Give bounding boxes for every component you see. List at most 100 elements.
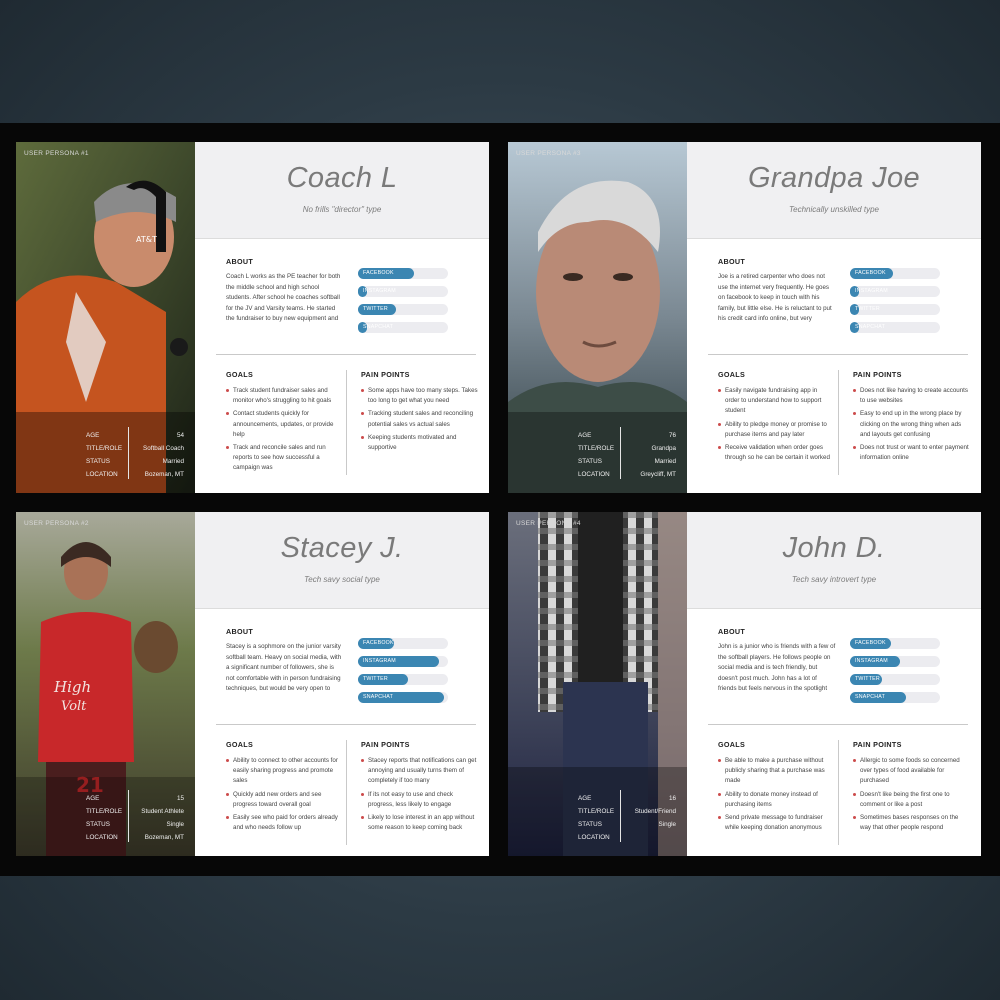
- pain-point-item: Tracking student sales and reconciling p…: [361, 409, 479, 429]
- pain-point-item: Does not like having to create accounts …: [853, 386, 971, 406]
- pain-point-item: Easy to end up in the wrong place by cli…: [853, 409, 971, 440]
- persona-header: Coach L No frills "director" type: [195, 142, 489, 239]
- pain-points-heading: PAIN POINTS: [361, 740, 410, 749]
- persona-name: Coach L: [286, 162, 398, 194]
- stat-value: Student Athlete: [141, 808, 184, 815]
- social-bar-label: SNAPCHAT: [855, 694, 886, 700]
- persona-number: USER PERSONA #1: [24, 150, 89, 157]
- goals-heading: GOALS: [718, 370, 746, 379]
- stat-key: STATUS: [578, 458, 602, 465]
- stat-key: STATUS: [86, 821, 110, 828]
- stats-divider: [620, 790, 621, 842]
- social-bar-label: TWITTER: [363, 676, 388, 682]
- social-bar-label: TWITTER: [855, 676, 880, 682]
- stat-key: TITLE/ROLE: [86, 808, 123, 815]
- stat-key: LOCATION: [86, 834, 118, 841]
- stat-row: AGE 16: [578, 792, 676, 805]
- social-usage-bars: FACEBOOK INSTAGRAM TWITTER SNAPCHAT: [850, 268, 940, 340]
- pain-points-heading: PAIN POINTS: [361, 370, 410, 379]
- pain-points-list: Some apps have too many steps. Takes too…: [361, 386, 479, 456]
- section-divider: [708, 354, 968, 355]
- section-divider: [216, 724, 476, 725]
- column-divider: [838, 740, 839, 845]
- persona-number: USER PERSONA #4: [516, 520, 581, 527]
- stat-row: LOCATION Greycliff, MT: [578, 468, 676, 481]
- pain-point-item: Keeping students motivated and supportiv…: [361, 433, 479, 453]
- social-bar-label: TWITTER: [363, 306, 388, 312]
- social-bar-twitter: TWITTER: [850, 674, 940, 685]
- stat-row: AGE 76: [578, 429, 676, 442]
- persona-photo: AT&T USER PERSONA #1 AGE 54 TITLE/ROLE Softb…: [16, 142, 195, 493]
- social-bar-label: FACEBOOK: [855, 270, 886, 276]
- stats-divider: [128, 427, 129, 479]
- stat-row: LOCATION Bozeman, MT: [86, 831, 184, 844]
- pain-points-list: Allergic to some foods so concerned over…: [853, 756, 971, 836]
- goal-item: Easily see who paid for orders already a…: [226, 813, 341, 833]
- persona-header: John D. Tech savy introvert type: [687, 512, 981, 609]
- goal-item: Ability to donate money instead of purch…: [718, 790, 833, 810]
- goal-item: Send private message to fundraiser while…: [718, 813, 833, 833]
- stat-row: LOCATION Bozeman, MT: [86, 468, 184, 481]
- stat-row: LOCATION: [578, 831, 676, 844]
- pain-point-item: Sometimes bases responses on the way tha…: [853, 813, 971, 833]
- stat-key: STATUS: [86, 458, 110, 465]
- stat-row: TITLE/ROLE Grandpa: [578, 442, 676, 455]
- pain-point-item: Doesn't like being the first one to comm…: [853, 790, 971, 810]
- stat-row: TITLE/ROLE Student/Friend: [578, 805, 676, 818]
- goal-item: Ability to pledge money or promise to pu…: [718, 420, 833, 440]
- social-bar-label: SNAPCHAT: [363, 324, 394, 330]
- persona-photo: USER PERSONA #4 AGE 16 TITLE/ROLE Student/Fr…: [508, 512, 687, 856]
- stat-key: LOCATION: [86, 471, 118, 478]
- goals-list: Track student fundraiser sales and monit…: [226, 386, 341, 477]
- stat-value: Married: [654, 458, 676, 465]
- pain-point-item: Allergic to some foods so concerned over…: [853, 756, 971, 787]
- stat-row: STATUS Single: [86, 818, 184, 831]
- goal-item: Quickly add new orders and see progress …: [226, 790, 341, 810]
- stat-key: LOCATION: [578, 471, 610, 478]
- pain-point-item: Does not trust or want to enter payment …: [853, 443, 971, 463]
- social-bar-twitter: TWITTER: [358, 674, 448, 685]
- goals-heading: GOALS: [226, 370, 254, 379]
- stat-value: Student/Friend: [634, 808, 676, 815]
- persona-card-stacey: High Volt 21 USER PERSONA #2 AGE 15 TITLE/R…: [16, 512, 489, 856]
- pain-point-item: Likely to lose interest in an app withou…: [361, 813, 479, 833]
- goal-item: Easily navigate fundraising app in order…: [718, 386, 833, 417]
- goals-list: Be able to make a purchase without publi…: [718, 756, 833, 836]
- stat-value: 54: [176, 432, 184, 439]
- social-usage-bars: FACEBOOK INSTAGRAM TWITTER SNAPCHAT: [358, 638, 448, 710]
- about-heading: ABOUT: [226, 627, 254, 636]
- about-heading: ABOUT: [718, 627, 746, 636]
- stats-divider: [620, 427, 621, 479]
- persona-stats: AGE 76 TITLE/ROLE Grandpa STATUS Married LOCAT…: [578, 427, 676, 481]
- pain-point-item: If its not easy to use and check progres…: [361, 790, 479, 810]
- stat-key: TITLE/ROLE: [578, 808, 615, 815]
- social-bar-instagram: INSTAGRAM: [850, 656, 940, 667]
- persona-name: John D.: [782, 532, 886, 564]
- pain-points-list: Does not like having to create accounts …: [853, 386, 971, 466]
- persona-header: Stacey J. Tech savy social type: [195, 512, 489, 609]
- social-bar-label: INSTAGRAM: [855, 288, 888, 294]
- about-heading: ABOUT: [718, 257, 746, 266]
- stat-key: AGE: [578, 795, 592, 802]
- social-usage-bars: FACEBOOK INSTAGRAM TWITTER SNAPCHAT: [850, 638, 940, 710]
- svg-text:AT&T: AT&T: [136, 235, 157, 244]
- social-bar-facebook: FACEBOOK: [358, 638, 448, 649]
- pain-points-heading: PAIN POINTS: [853, 740, 902, 749]
- stat-key: AGE: [86, 432, 100, 439]
- stat-value: Married: [162, 458, 184, 465]
- stat-key: TITLE/ROLE: [86, 445, 123, 452]
- stats-divider: [128, 790, 129, 842]
- social-bar-instagram: INSTAGRAM: [358, 286, 448, 297]
- persona-header: Grandpa Joe Technically unskilled type: [687, 142, 981, 239]
- stat-row: AGE 54: [86, 429, 184, 442]
- social-bar-label: INSTAGRAM: [363, 288, 396, 294]
- goals-list: Easily navigate fundraising app in order…: [718, 386, 833, 466]
- social-bar-snapchat: SNAPCHAT: [358, 322, 448, 333]
- persona-card-john: USER PERSONA #4 AGE 16 TITLE/ROLE Student/Fr…: [508, 512, 981, 856]
- stat-value: Bozeman, MT: [144, 834, 184, 841]
- column-divider: [346, 370, 347, 475]
- social-bar-facebook: FACEBOOK: [850, 268, 940, 279]
- social-bar-label: INSTAGRAM: [363, 658, 396, 664]
- social-bar-facebook: FACEBOOK: [358, 268, 448, 279]
- social-bar-instagram: INSTAGRAM: [358, 656, 448, 667]
